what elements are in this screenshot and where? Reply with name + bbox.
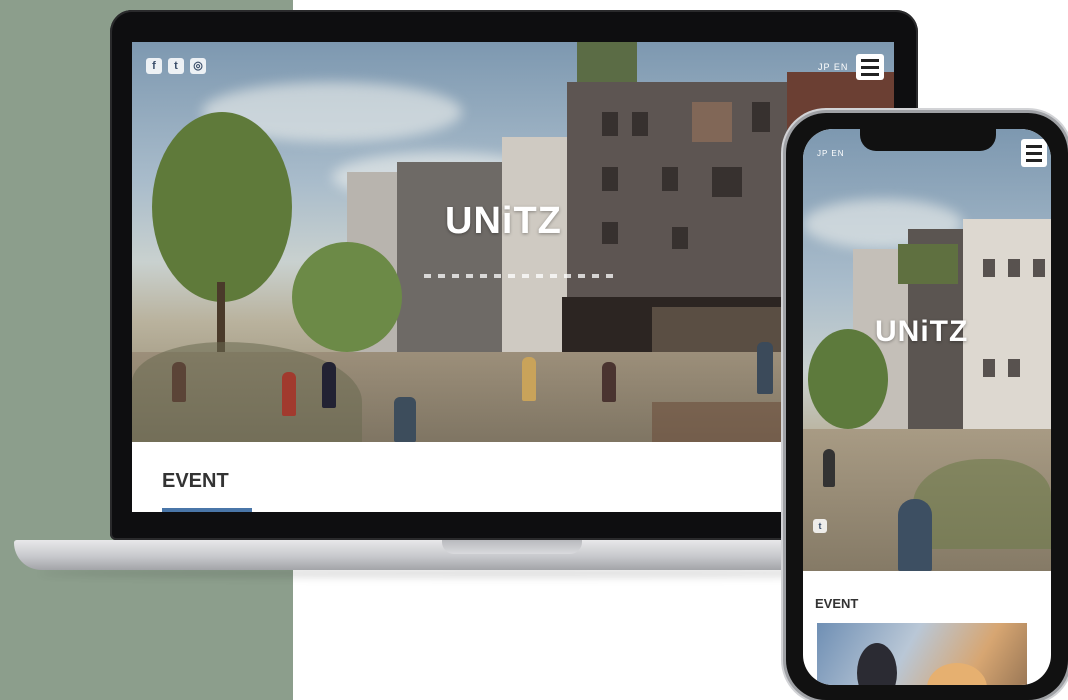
laptop-hinge-notch [442, 540, 582, 554]
event-figure [857, 643, 897, 685]
tree [292, 242, 402, 352]
window [602, 112, 618, 136]
person [322, 362, 336, 408]
laptop-screen: f t ◎ JP EN UNiTZ EVENT [132, 42, 894, 512]
slide-indicators [424, 274, 613, 278]
site-logo: UNiTZ [875, 315, 969, 348]
social-links: f t ◎ [146, 58, 206, 74]
twitter-icon[interactable]: t [813, 519, 827, 533]
instagram-icon[interactable]: ◎ [190, 58, 206, 74]
phone-screen: JP EN UNiTZ t EVENT [803, 129, 1051, 685]
event-object [927, 663, 987, 685]
language-switch[interactable]: JP EN [818, 62, 848, 72]
person-cyclist [757, 342, 773, 394]
section-title-event: EVENT [162, 470, 229, 492]
facebook-icon[interactable]: f [146, 58, 162, 74]
window [752, 102, 770, 132]
language-switch[interactable]: JP EN [817, 149, 845, 158]
person [522, 357, 536, 401]
window [983, 259, 995, 277]
window [983, 359, 995, 377]
person [602, 362, 616, 402]
social-links: t [813, 519, 827, 533]
hamburger-menu-button[interactable] [1021, 139, 1047, 167]
person [282, 372, 296, 416]
window [712, 167, 742, 197]
window [602, 167, 618, 191]
window [1008, 259, 1020, 277]
window [662, 167, 678, 191]
rooftop-garden [898, 244, 958, 284]
building [963, 219, 1051, 449]
rooftop-garden [577, 42, 637, 82]
person [172, 362, 186, 402]
event-card-image[interactable] [817, 623, 1027, 685]
twitter-icon[interactable]: t [168, 58, 184, 74]
window [1008, 359, 1020, 377]
hero-image: JP EN UNiTZ t [803, 129, 1051, 571]
hero-image: f t ◎ JP EN UNiTZ [132, 42, 894, 442]
person [898, 499, 932, 571]
tree [152, 112, 292, 302]
section-title-event: EVENT [815, 596, 859, 611]
window [672, 227, 688, 249]
person [823, 449, 835, 487]
planter [913, 459, 1051, 549]
window [1033, 259, 1045, 277]
phone-notch [860, 129, 996, 151]
event-card-strip [162, 508, 252, 512]
building [397, 162, 507, 362]
window [692, 102, 732, 142]
window [632, 112, 648, 136]
person [394, 397, 416, 442]
site-logo: UNiTZ [445, 200, 562, 242]
window [602, 222, 618, 244]
hamburger-menu-button[interactable] [856, 54, 884, 80]
